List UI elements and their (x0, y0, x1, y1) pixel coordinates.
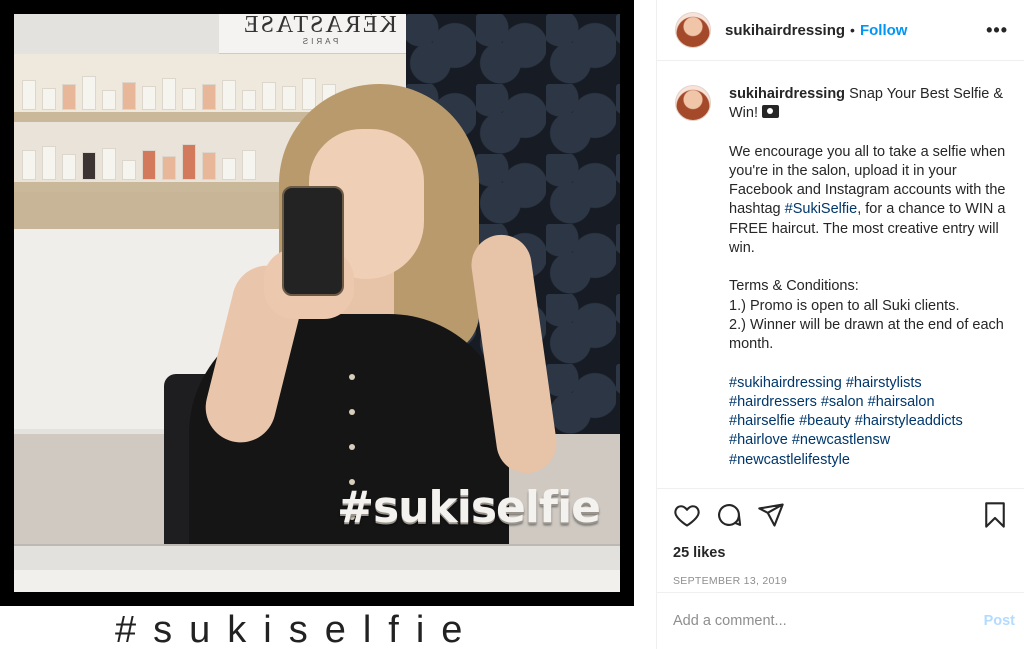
caption-text: sukihairdressing Snap Your Best Selfie &… (729, 85, 1009, 481)
header-username[interactable]: sukihairdressing (725, 22, 845, 39)
caption-row: sukihairdressing Snap Your Best Selfie &… (675, 85, 1009, 481)
comment-input[interactable] (673, 613, 984, 629)
comment-icon[interactable] (715, 501, 743, 534)
terms-title: Terms & Conditions: (729, 278, 859, 295)
hashtags-line[interactable]: #hairlove #newcastlensw (729, 432, 890, 448)
smartphone (282, 186, 344, 296)
brand-sign-text: KÉRASTASE (241, 14, 397, 38)
post-actions: 25 likes SEPTEMBER 13, 2019 (657, 488, 1024, 587)
heart-icon[interactable] (673, 501, 701, 534)
avatar[interactable] (675, 12, 711, 48)
product-shelf-top (22, 76, 336, 110)
photo-panel: KÉRASTASE PARIS #sukiselfie #sukiselfie (0, 0, 656, 649)
follow-button[interactable]: Follow (860, 22, 908, 39)
more-options-icon[interactable]: ••• (986, 20, 1008, 41)
brand-sign-subtext: PARIS (299, 37, 339, 46)
post-sidebar: sukihairdressing • Follow ••• sukihairdr… (656, 0, 1024, 649)
header-separator: • (850, 22, 855, 38)
overlay-hashtag-text: #sukiselfie (337, 482, 601, 533)
post-header: sukihairdressing • Follow ••• (657, 0, 1024, 61)
hashtags-line[interactable]: #hairdressers #salon #hairsalon (729, 394, 935, 410)
camera-icon (762, 105, 780, 119)
brand-sign: KÉRASTASE PARIS (219, 14, 419, 54)
post-photo[interactable]: KÉRASTASE PARIS #sukiselfie (14, 14, 620, 592)
terms-item-2: 2.) Winner will be drawn at the end of e… (729, 316, 1004, 353)
photo-frame: KÉRASTASE PARIS #sukiselfie (0, 0, 634, 606)
product-shelf-bottom (22, 144, 256, 180)
hashtags-line[interactable]: #newcastlelifestyle (729, 452, 850, 468)
hashtag-link[interactable]: #SukiSelfie (785, 201, 858, 217)
action-icons (673, 501, 1009, 533)
caption-avatar[interactable] (675, 85, 711, 121)
comments-section[interactable]: sukihairdressing Snap Your Best Selfie &… (657, 61, 1024, 481)
instagram-post: KÉRASTASE PARIS #sukiselfie #sukiselfie … (0, 0, 1024, 649)
bookmark-icon[interactable] (981, 501, 1009, 534)
photo-caption-hashtag: #sukiselfie (115, 609, 480, 649)
comment-bar: Post (657, 592, 1024, 649)
share-icon[interactable] (757, 501, 785, 534)
terms-item-1: 1.) Promo is open to all Suki clients. (729, 297, 960, 314)
post-button[interactable]: Post (984, 613, 1015, 629)
hashtags-line[interactable]: #sukihairdressing #hairstylists (729, 375, 922, 391)
post-date: SEPTEMBER 13, 2019 (673, 575, 787, 587)
hashtags-line[interactable]: #hairselfie #beauty #hairstyleaddicts (729, 413, 963, 429)
caption-username[interactable]: sukihairdressing (729, 86, 845, 102)
likes-count[interactable]: 25 likes (673, 545, 1009, 561)
